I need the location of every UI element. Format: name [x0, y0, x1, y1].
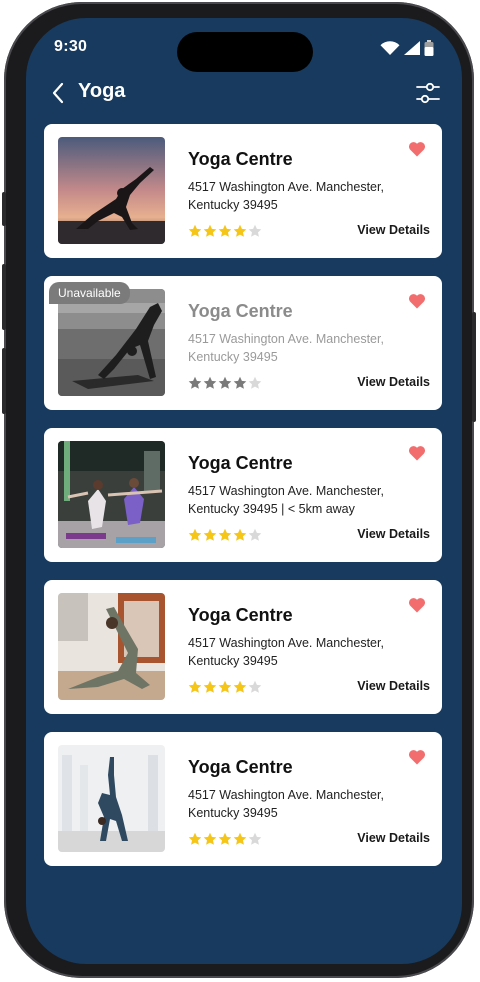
star-empty-icon [248, 680, 262, 693]
star-filled-icon [233, 224, 247, 237]
view-details-link[interactable]: View Details [357, 375, 430, 389]
heart-icon[interactable] [408, 141, 426, 157]
yoga-centre-photo [58, 745, 165, 852]
yoga-centre-photo [58, 441, 165, 548]
star-filled-icon [203, 680, 217, 693]
star-rating [188, 224, 262, 238]
filter-button[interactable] [414, 78, 442, 108]
card-title: Yoga Centre [188, 757, 293, 777]
star-filled-icon [233, 528, 247, 541]
yoga-centre-card[interactable]: Yoga Centre 4517 Washington Ave. Manches… [44, 580, 442, 714]
star-filled-icon [203, 376, 217, 389]
card-address: 4517 Washington Ave. Manchester, Kentuck… [188, 484, 384, 516]
page-title: Yoga [78, 80, 126, 102]
chevron-left-icon [52, 82, 64, 104]
status-time: 9:30 [54, 38, 88, 55]
yoga-centre-card[interactable]: Yoga Centre 4517 Washington Ave. Manches… [44, 732, 442, 866]
star-empty-icon [248, 224, 262, 237]
card-address: 4517 Washington Ave. Manchester, Kentuck… [188, 636, 384, 668]
card-title: Yoga Centre [188, 453, 293, 473]
card-address: 4517 Washington Ave. Manchester, Kentuck… [188, 180, 384, 212]
battery-icon [424, 40, 434, 56]
star-filled-icon [203, 224, 217, 237]
view-details-link[interactable]: View Details [357, 223, 430, 237]
yoga-centre-card[interactable]: Yoga Centre 4517 Washington Ave. Manches… [44, 124, 442, 258]
card-address: 4517 Washington Ave. Manchester, Kentuck… [188, 788, 384, 820]
card-address: 4517 Washington Ave. Manchester, Kentuck… [188, 332, 384, 364]
view-details-link[interactable]: View Details [357, 831, 430, 845]
sliders-icon [416, 82, 440, 104]
view-details-link[interactable]: View Details [357, 679, 430, 693]
yoga-centre-card[interactable]: Unavailable Yoga Centre 4517 Washington … [44, 276, 442, 410]
star-filled-icon [188, 832, 202, 845]
star-empty-icon [248, 528, 262, 541]
star-filled-icon [203, 832, 217, 845]
star-rating [188, 376, 262, 390]
phone-volume-up [2, 264, 6, 330]
yoga-centre-card[interactable]: Yoga Centre 4517 Washington Ave. Manches… [44, 428, 442, 562]
phone-power-button [472, 312, 476, 422]
yoga-centre-list: Yoga Centre 4517 Washington Ave. Manches… [44, 124, 442, 884]
star-filled-icon [233, 376, 247, 389]
star-rating [188, 528, 262, 542]
heart-icon[interactable] [408, 597, 426, 613]
star-rating [188, 680, 262, 694]
phone-side-button [2, 192, 6, 226]
phone-frame: 9:30 Yoga Yoga Centre 4517 Washington Av… [2, 2, 476, 978]
star-filled-icon [188, 680, 202, 693]
star-filled-icon [218, 376, 232, 389]
star-filled-icon [218, 832, 232, 845]
heart-icon[interactable] [408, 445, 426, 461]
star-rating [188, 832, 262, 846]
dynamic-island [177, 32, 313, 72]
cellular-signal-icon [404, 41, 420, 55]
card-title: Yoga Centre [188, 605, 293, 625]
star-filled-icon [218, 528, 232, 541]
star-filled-icon [233, 832, 247, 845]
star-empty-icon [248, 832, 262, 845]
star-filled-icon [188, 224, 202, 237]
wifi-icon [380, 41, 400, 55]
back-button[interactable] [46, 78, 70, 108]
star-filled-icon [218, 680, 232, 693]
star-filled-icon [188, 376, 202, 389]
heart-icon[interactable] [408, 749, 426, 765]
app-header: Yoga [26, 76, 462, 112]
view-details-link[interactable]: View Details [357, 527, 430, 541]
card-title: Yoga Centre [188, 149, 293, 169]
card-title: Yoga Centre [188, 301, 293, 321]
yoga-centre-photo [58, 593, 165, 700]
status-icons [380, 40, 434, 56]
phone-volume-down [2, 348, 6, 414]
heart-icon[interactable] [408, 293, 426, 309]
yoga-centre-photo [58, 289, 165, 396]
star-filled-icon [203, 528, 217, 541]
star-filled-icon [188, 528, 202, 541]
yoga-centre-photo [58, 137, 165, 244]
unavailable-badge: Unavailable [49, 282, 130, 304]
app-screen: 9:30 Yoga Yoga Centre 4517 Washington Av… [26, 18, 462, 964]
star-empty-icon [248, 376, 262, 389]
star-filled-icon [233, 680, 247, 693]
star-filled-icon [218, 224, 232, 237]
